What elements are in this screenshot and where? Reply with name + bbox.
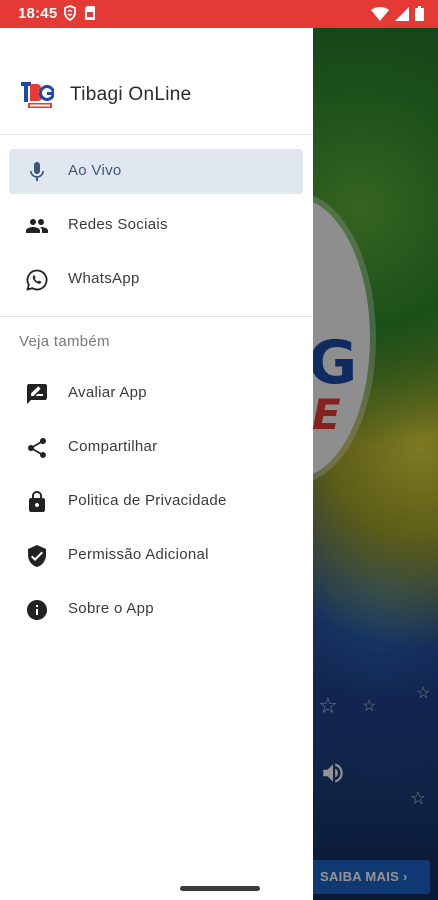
app-logo (20, 80, 55, 110)
navigation-drawer: Tibagi OnLine Ao Vivo Redes Sociais What… (0, 28, 313, 900)
wifi-icon (371, 6, 389, 26)
share-icon (25, 436, 49, 460)
verified-shield-icon (25, 544, 49, 568)
info-icon (25, 598, 49, 622)
status-time: 18:45 (18, 5, 58, 22)
people-icon (25, 214, 49, 238)
app-title: Tibagi OnLine (70, 84, 192, 105)
microphone-icon (25, 160, 49, 184)
gesture-nav-handle[interactable] (180, 886, 260, 891)
section-title-veja-tambem: Veja também (19, 333, 110, 350)
signal-icon (395, 6, 409, 26)
status-bar: 18:45 (0, 0, 438, 28)
menu-item-permissao-adicional[interactable]: Permissão Adicional (9, 533, 303, 578)
menu-item-sobre-app[interactable]: Sobre o App (9, 587, 303, 632)
menu-item-label: Compartilhar (68, 438, 158, 455)
menu-item-label: Permissão Adicional (68, 546, 209, 563)
menu-item-compartilhar[interactable]: Compartilhar (9, 425, 303, 470)
menu-item-ao-vivo[interactable]: Ao Vivo (9, 149, 303, 194)
drawer-header: Tibagi OnLine (0, 28, 313, 135)
shield-icon (64, 5, 76, 26)
menu-item-label: Sobre o App (68, 600, 154, 617)
rate-review-icon (25, 382, 49, 406)
menu-item-label: Ao Vivo (68, 162, 122, 179)
menu-item-redes-sociais[interactable]: Redes Sociais (9, 203, 303, 248)
menu-item-whatsapp[interactable]: WhatsApp (9, 257, 303, 302)
menu-divider (0, 316, 313, 317)
menu-item-label: Politica de Privacidade (68, 492, 227, 509)
menu-item-label: Avaliar App (68, 384, 147, 401)
main-menu: Ao Vivo Redes Sociais WhatsApp (0, 135, 313, 302)
menu-item-avaliar-app[interactable]: Avaliar App (9, 371, 303, 416)
whatsapp-icon (25, 268, 49, 292)
menu-item-label: WhatsApp (68, 270, 140, 287)
menu-item-politica-privacidade[interactable]: Politica de Privacidade (9, 479, 303, 524)
menu-item-label: Redes Sociais (68, 216, 168, 233)
battery-icon (415, 6, 424, 26)
sim-card-icon (84, 5, 96, 26)
more-menu: Avaliar App Compartilhar Politica de Pri… (0, 353, 313, 632)
lock-icon (25, 490, 49, 514)
